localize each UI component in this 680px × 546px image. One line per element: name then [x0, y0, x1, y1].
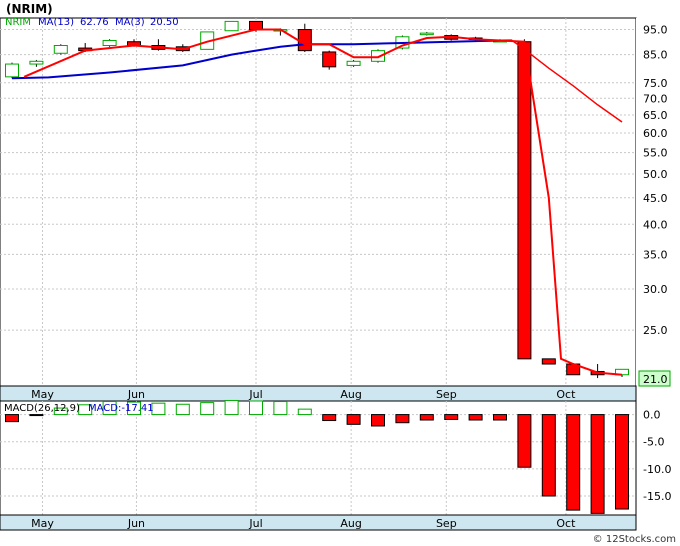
candle-up [419, 32, 434, 36]
month-label: Jun [127, 388, 145, 401]
macd-bar-negative [541, 414, 556, 497]
macd-bar-negative [566, 414, 581, 511]
macd-tick-label: -10.0 [643, 463, 671, 476]
month-label: May [31, 388, 54, 401]
month-label: Jul [248, 517, 262, 530]
candle-down [297, 29, 312, 52]
macd-tick-label: -5.0 [643, 436, 664, 449]
month-label: Jul [248, 388, 262, 401]
candle-up [102, 39, 117, 47]
macd-bar-negative [29, 414, 44, 417]
macd-panel: 0.0 -5.0 -10.0 -15.0 MACD(26,12,9) MACD:-17… [0, 399, 671, 516]
price-tick-label: 35.0 [643, 248, 668, 261]
price-tick-label: 55.0 [643, 147, 668, 160]
price-tick-label: 95.0 [643, 24, 668, 37]
candle-down [322, 51, 337, 68]
macd-bar-positive [273, 401, 288, 416]
price-tick-label: 70.0 [643, 92, 668, 105]
copyright-footer: © 12Stocks.com [593, 534, 676, 545]
macd-tick-label: 0.0 [643, 409, 661, 422]
macd-bar-negative [468, 414, 483, 421]
month-label: Sep [436, 388, 457, 401]
macd-legend-value: MACD:-17.41 [88, 403, 154, 414]
macd-tick-label: -15.0 [643, 490, 671, 503]
macd-plot-area [0, 400, 637, 516]
macd-bar-positive [224, 399, 239, 416]
price-tick-label: 65.0 [643, 109, 668, 122]
candle-down [249, 20, 263, 31]
macd-bar-negative [395, 414, 410, 424]
macd-bar-negative [517, 414, 532, 468]
macd-bar-positive [200, 402, 215, 416]
last-price-badge: 21.0 [638, 370, 671, 387]
legend-ticker: NRIM [5, 17, 31, 28]
legend-ma-short-value: 20.50 [150, 17, 179, 28]
price-tick-label: 40.0 [643, 218, 668, 231]
legend-ma-long-value: 62.76 [80, 17, 109, 28]
price-panel: 95.0 85.0 75.0 70.0 65.0 60.0 55.0 50.0 45.0 40.0… [0, 17, 680, 387]
price-tick-label: 60.0 [643, 127, 668, 140]
month-label: Sep [436, 517, 457, 530]
candle-down [517, 41, 532, 360]
price-tick-label: 75.0 [643, 77, 668, 90]
price-tick-label: 45.0 [643, 192, 668, 205]
month-label: Aug [340, 388, 361, 401]
stock-chart: (NRIM) 95.0 85.0 75.0 70.0 65.0 60.0 55.0 50.0 4… [0, 0, 680, 546]
macd-bar-negative [493, 414, 507, 421]
month-label: Oct [556, 517, 576, 530]
macd-bar-positive [297, 408, 312, 416]
macd-bar-negative [346, 414, 361, 425]
macd-bar-negative [590, 414, 605, 514]
month-label: Oct [556, 388, 576, 401]
candle-up [53, 45, 68, 54]
chart-title: (NRIM) [6, 2, 53, 16]
macd-bar-positive [151, 402, 166, 416]
macd-legend: MACD(26,12,9) MACD:-17.41 [4, 403, 154, 414]
macd-bar-negative [371, 414, 385, 427]
price-tick-label: 25.0 [643, 324, 668, 337]
legend-ma-short-label: MA(3) [115, 17, 145, 28]
macd-bar-negative [419, 414, 434, 421]
macd-bar-negative [322, 414, 337, 422]
month-label: Aug [340, 517, 361, 530]
last-price-badge-text: 21.0 [643, 373, 668, 386]
macd-bar-positive [175, 403, 190, 416]
macd-bar-positive [249, 400, 263, 416]
price-tick-label: 50.0 [643, 168, 668, 181]
candle-down [541, 358, 556, 365]
macd-bar-negative [615, 414, 629, 510]
macd-bar-negative [444, 414, 459, 420]
month-label: Jun [127, 517, 145, 530]
candle-up [346, 60, 361, 66]
price-tick-label: 85.0 [643, 49, 668, 62]
macd-month-band [0, 514, 637, 531]
candle-up [29, 60, 44, 65]
price-month-band [0, 385, 637, 402]
macd-legend-label: MACD(26,12,9) [4, 403, 80, 414]
candle-up [5, 63, 19, 78]
candle-up [224, 20, 239, 32]
price-tick-label: 30.0 [643, 283, 668, 296]
legend-ma-long-label: MA(13) [38, 17, 74, 28]
macd-bar-negative [5, 414, 19, 423]
month-label: May [31, 517, 54, 530]
